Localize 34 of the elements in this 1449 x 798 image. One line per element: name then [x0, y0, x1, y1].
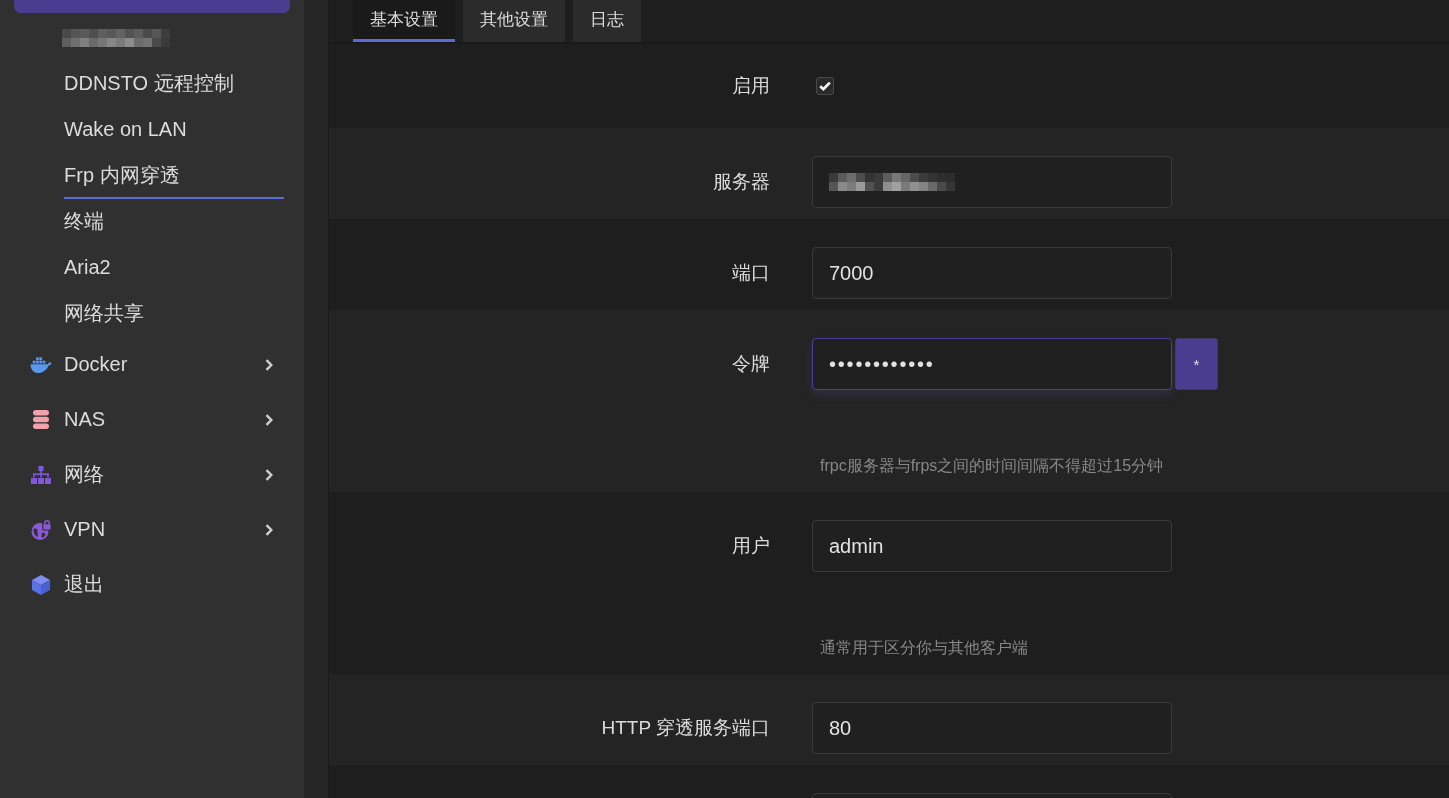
menu-item[interactable]: NAS	[14, 392, 290, 447]
field-label: 启用	[732, 74, 770, 98]
menu-item[interactable]: VPN	[14, 502, 290, 557]
input-field[interactable]: admin	[812, 520, 1172, 572]
input-field[interactable]	[812, 156, 1172, 208]
input-field[interactable]: 80	[812, 702, 1172, 754]
submenu-item[interactable]: 终端	[64, 199, 284, 245]
field-label: 令牌	[732, 352, 770, 376]
submenu-item[interactable]: DDNSTO 远程控制	[64, 61, 284, 107]
field-label: 用户	[732, 534, 770, 558]
globe-lock-icon	[31, 519, 51, 540]
field-label: 端口	[732, 261, 770, 285]
submenu-item[interactable]: Wake on LAN	[64, 107, 284, 153]
tab[interactable]: 其他设置	[463, 0, 565, 42]
field-hint: frpc服务器与frps之间的时间间隔不得超过15分钟	[820, 456, 1164, 476]
menu-item[interactable]: 网络	[14, 447, 290, 502]
submenu-item[interactable]: Frp 内网穿透	[64, 153, 284, 199]
tab[interactable]: 日志	[573, 0, 641, 42]
menu-item[interactable]: 退出	[14, 557, 290, 612]
sitemap-icon	[31, 465, 51, 484]
menu-item[interactable]: Docker	[14, 337, 290, 392]
password-field[interactable]: ••••••••••••	[812, 338, 1172, 390]
submenu-item[interactable]: Aria2	[64, 245, 284, 291]
cube-icon	[32, 574, 50, 595]
input-field[interactable]: 7000	[812, 247, 1172, 299]
whale-icon	[30, 356, 52, 373]
database-icon	[33, 410, 49, 429]
reveal-button[interactable]: *	[1175, 338, 1218, 390]
field-hint: 通常用于区分你与其他客户端	[820, 638, 1028, 658]
submenu-item[interactable]: 网络共享	[64, 291, 284, 337]
tab[interactable]: 基本设置	[353, 0, 455, 42]
field-label: 服务器	[713, 170, 770, 194]
field-label: HTTP 穿透服务端口	[601, 716, 770, 740]
checkbox[interactable]	[816, 77, 834, 95]
